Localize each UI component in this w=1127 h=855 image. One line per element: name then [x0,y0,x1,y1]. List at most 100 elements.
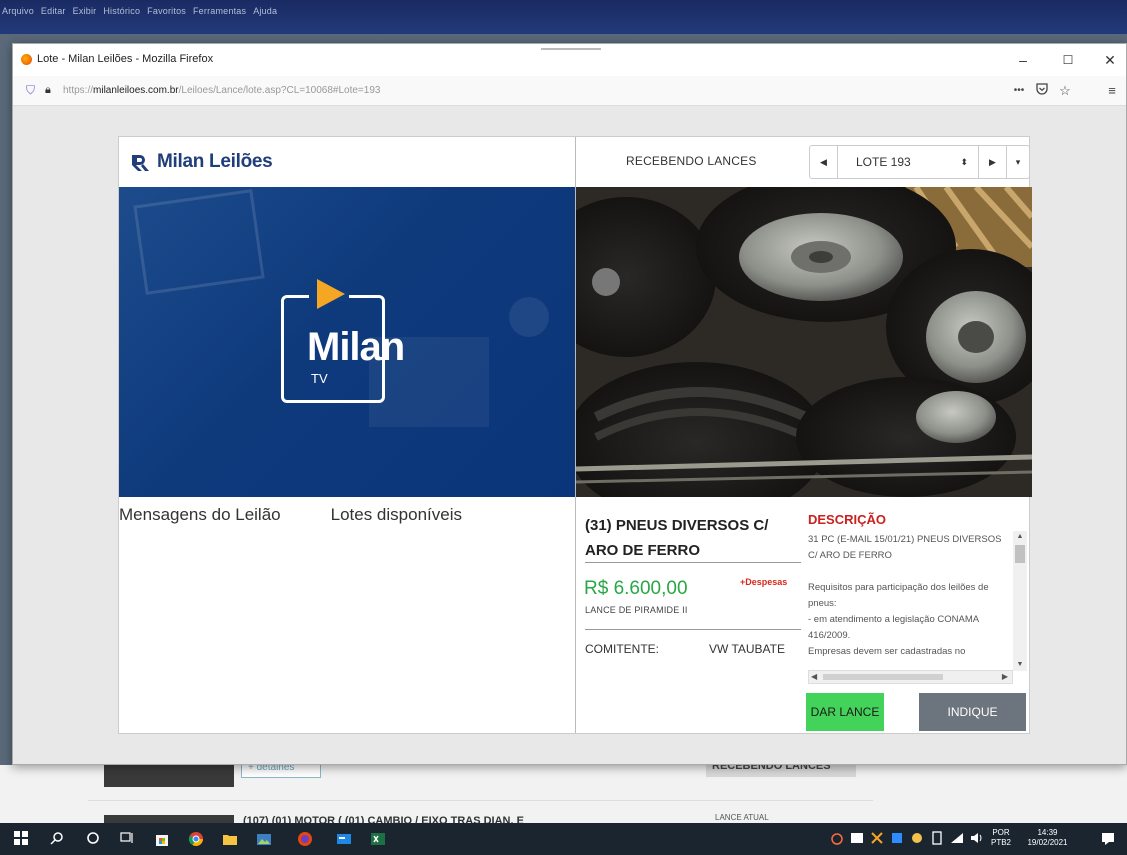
language-code: POR [992,828,1010,837]
comitente-label: COMITENTE: [585,642,659,656]
cortana-icon[interactable] [86,831,102,847]
next-lot-button[interactable]: ▶ [979,146,1007,178]
firefox-taskbar-icon[interactable] [296,831,312,847]
tray-app-icon[interactable] [850,831,866,847]
windows-taskbar: POR PTB2 14:39 19/02/2021 [0,823,1127,855]
brand-name: Milan Leilões [157,151,273,172]
menu-item-ajuda[interactable]: Ajuda [253,6,277,16]
menu-item-arquivo[interactable]: Arquivo [2,6,34,16]
lock-icon[interactable]: 🔒︎ [45,84,51,97]
play-icon [317,279,345,309]
keyboard-layout: PTB2 [990,838,1011,847]
description-text[interactable]: 31 PC (E-MAIL 15/01/21) PNEUS DIVERSOS C… [808,532,1008,669]
url-bar[interactable]: https://milanleiloes.com.br/Leiloes/Lanc… [63,85,380,96]
tray-app-icon[interactable] [830,831,846,847]
window-title: Lote - Milan Leilões - Mozilla Firefox [37,53,214,65]
description-line: Empresas devem ser cadastradas no [808,646,966,657]
brand-header[interactable]: Milan Leilões [129,151,273,173]
tray-app-icon[interactable] [910,831,926,847]
lot-menu-dropdown-button[interactable]: ▾ [1007,146,1029,178]
scroll-thumb[interactable] [1015,545,1025,563]
tab-strip-indicator [541,44,601,50]
chrome-icon[interactable] [188,831,204,847]
left-tabs: Mensagens do Leilão Lotes disponíveis [119,505,462,525]
tracking-protection-shield-icon[interactable]: ⛉ [26,84,37,97]
lance-type: LANCE DE PIRAMIDE II [585,605,688,615]
menu-item-editar[interactable]: Editar [41,6,66,16]
menu-item-favoritos[interactable]: Favoritos [147,6,186,16]
background-lot-thumbnail[interactable] [104,765,234,787]
language-indicator[interactable]: POR PTB2 [990,828,1012,848]
lot-modal: Milan Leilões Milan TV Mensagens do Leil… [118,136,1032,734]
background-menu-items: Arquivo Editar Exibir Histórico Favorito… [2,6,277,16]
maximize-button[interactable]: ☐ [1058,50,1078,70]
menu-item-ferramentas[interactable]: Ferramentas [193,6,246,16]
milan-logo-icon [129,152,149,172]
right-column: RECEBENDO LANCES ◀ LOTE 193 ⬍ ▶ ▾ (31) P… [575,137,1032,733]
refer-button[interactable]: INDIQUE [919,693,1026,731]
bid-button[interactable]: DAR LANCE [806,693,884,731]
description-vertical-scrollbar[interactable]: ▲ ▼ [1013,531,1027,671]
scroll-left-icon[interactable]: ◀ [811,671,817,683]
description-line: 31 PC (E-MAIL 15/01/21) PNEUS DIVERSOS C… [808,534,1002,561]
menu-item-exibir[interactable]: Exibir [73,6,97,16]
previous-lot-button[interactable]: ◀ [810,146,838,178]
network-icon[interactable] [950,831,966,847]
search-icon[interactable] [50,831,66,847]
despesas-link[interactable]: +Despesas [740,577,787,587]
volume-icon[interactable] [970,831,986,847]
window-titlebar[interactable]: Lote - Milan Leilões - Mozilla Firefox –… [13,44,1126,76]
current-price: R$ 6.600,00 [584,578,688,599]
lot-navigator: ◀ LOTE 193 ⬍ ▶ ▾ [809,145,1030,179]
tray-app-icon[interactable] [890,831,906,847]
tab-mensagens[interactable]: Mensagens do Leilão [119,505,281,525]
file-explorer-icon[interactable] [222,831,238,847]
app-taskbar-icon[interactable] [336,831,352,847]
lot-title: (31) PNEUS DIVERSOS C/ ARO DE FERRO [585,517,769,559]
star-icon[interactable]: ☆ [1056,82,1074,100]
background-lance-atual-label: LANCE ATUAL [715,813,769,822]
tab-lotes-disponiveis[interactable]: Lotes disponíveis [331,505,462,525]
firefox-window: Lote - Milan Leilões - Mozilla Firefox –… [12,43,1127,765]
page-actions-icon[interactable]: ••• [1010,82,1028,100]
background-menubar: Arquivo Editar Exibir Histórico Favorito… [0,0,1127,34]
excel-icon[interactable] [370,831,386,847]
photos-icon[interactable] [256,831,272,847]
video-background-shape [133,189,265,295]
milan-tv-sub: TV [311,371,328,386]
milan-tv-logo: Milan TV [281,279,405,403]
background-next-lot-thumbnail[interactable] [104,815,234,823]
clock-date: 19/02/2021 [1027,838,1068,847]
notifications-icon[interactable] [1100,831,1116,847]
description-panel: DESCRIÇÃO 31 PC (E-MAIL 15/01/21) PNEUS … [808,509,1030,687]
hamburger-menu-icon[interactable]: ≡ [1103,82,1121,100]
tray-app-icon[interactable] [930,831,946,847]
select-arrows-icon: ⬍ [960,156,968,167]
windows-start-icon[interactable] [14,831,30,847]
description-horizontal-scrollbar[interactable]: ◀ ▶ [808,670,1013,684]
scroll-thumb[interactable] [823,674,943,680]
lot-select-value: LOTE 193 [856,155,911,169]
pocket-icon[interactable] [1033,82,1051,100]
lot-photo[interactable] [576,187,1032,497]
scroll-down-icon[interactable]: ▼ [1013,659,1027,671]
menu-item-historico[interactable]: Histórico [103,6,140,16]
scroll-up-icon[interactable]: ▲ [1013,531,1027,543]
close-button[interactable]: ✕ [1100,50,1120,70]
lot-select[interactable]: LOTE 193 ⬍ [838,146,979,178]
description-line: Requisitos para participação dos leilões… [808,582,989,609]
clock[interactable]: 14:39 19/02/2021 [1020,828,1075,848]
comitente-value: VW TAUBATE [709,642,786,656]
minimize-button[interactable]: – [1013,50,1033,70]
task-view-icon[interactable] [120,831,136,847]
lot-header: RECEBENDO LANCES ◀ LOTE 193 ⬍ ▶ ▾ [576,137,1032,187]
description-line: - em atendimento a legislação CONAMA 416… [808,614,979,641]
divider [585,629,801,630]
divider [585,562,801,563]
description-heading: DESCRIÇÃO [808,512,887,527]
milan-tv-video[interactable]: Milan TV [119,187,575,497]
tray-app-icon[interactable] [870,831,886,847]
navigation-toolbar: ⛉ 🔒︎ https://milanleiloes.com.br/Leiloes… [13,76,1126,106]
store-icon[interactable] [154,831,170,847]
scroll-right-icon[interactable]: ▶ [1002,671,1008,683]
